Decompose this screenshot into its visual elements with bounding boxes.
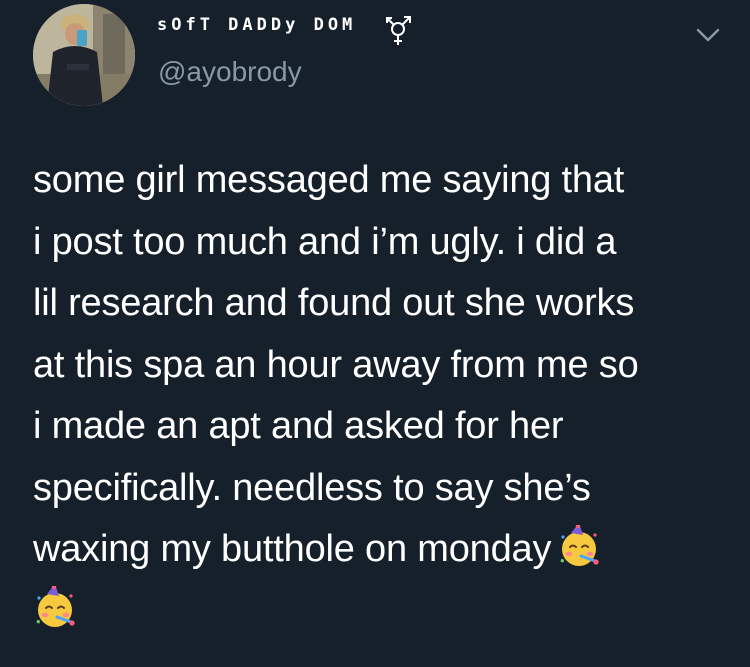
tweet-line-emoji [33,581,733,643]
display-name: sOfT DADDy DOM [157,15,357,35]
tweet-line: waxing my butthole on monday [33,528,552,570]
chevron-down-icon[interactable] [695,25,721,45]
avatar[interactable] [33,4,135,106]
tweet-line: i made an apt and asked for her [33,405,564,447]
tweet-line: specifically. needless to say she’s [33,466,591,509]
tweet-card: sOfT DADDy DOM @ayobrody some girl messa… [0,0,750,667]
tweet-line: some girl messaged me saying that [33,159,625,201]
partying-face-emoji [560,524,599,566]
transgender-symbol-icon [386,16,411,45]
avatar-photo [33,4,135,106]
partying-face-emoji [36,586,75,628]
tweet-line: i post too much and i’m ugly. i did a [33,220,617,263]
tweet-text: some girl messaged me saying that i post… [33,150,733,642]
tweet-line-with-emoji: waxing my butthole on monday [33,519,733,581]
user-handle[interactable]: @ayobrody [158,56,302,88]
tweet-line: at this spa an hour away from me so [33,343,639,386]
tweet-line: lil research and found out she works [33,282,635,324]
